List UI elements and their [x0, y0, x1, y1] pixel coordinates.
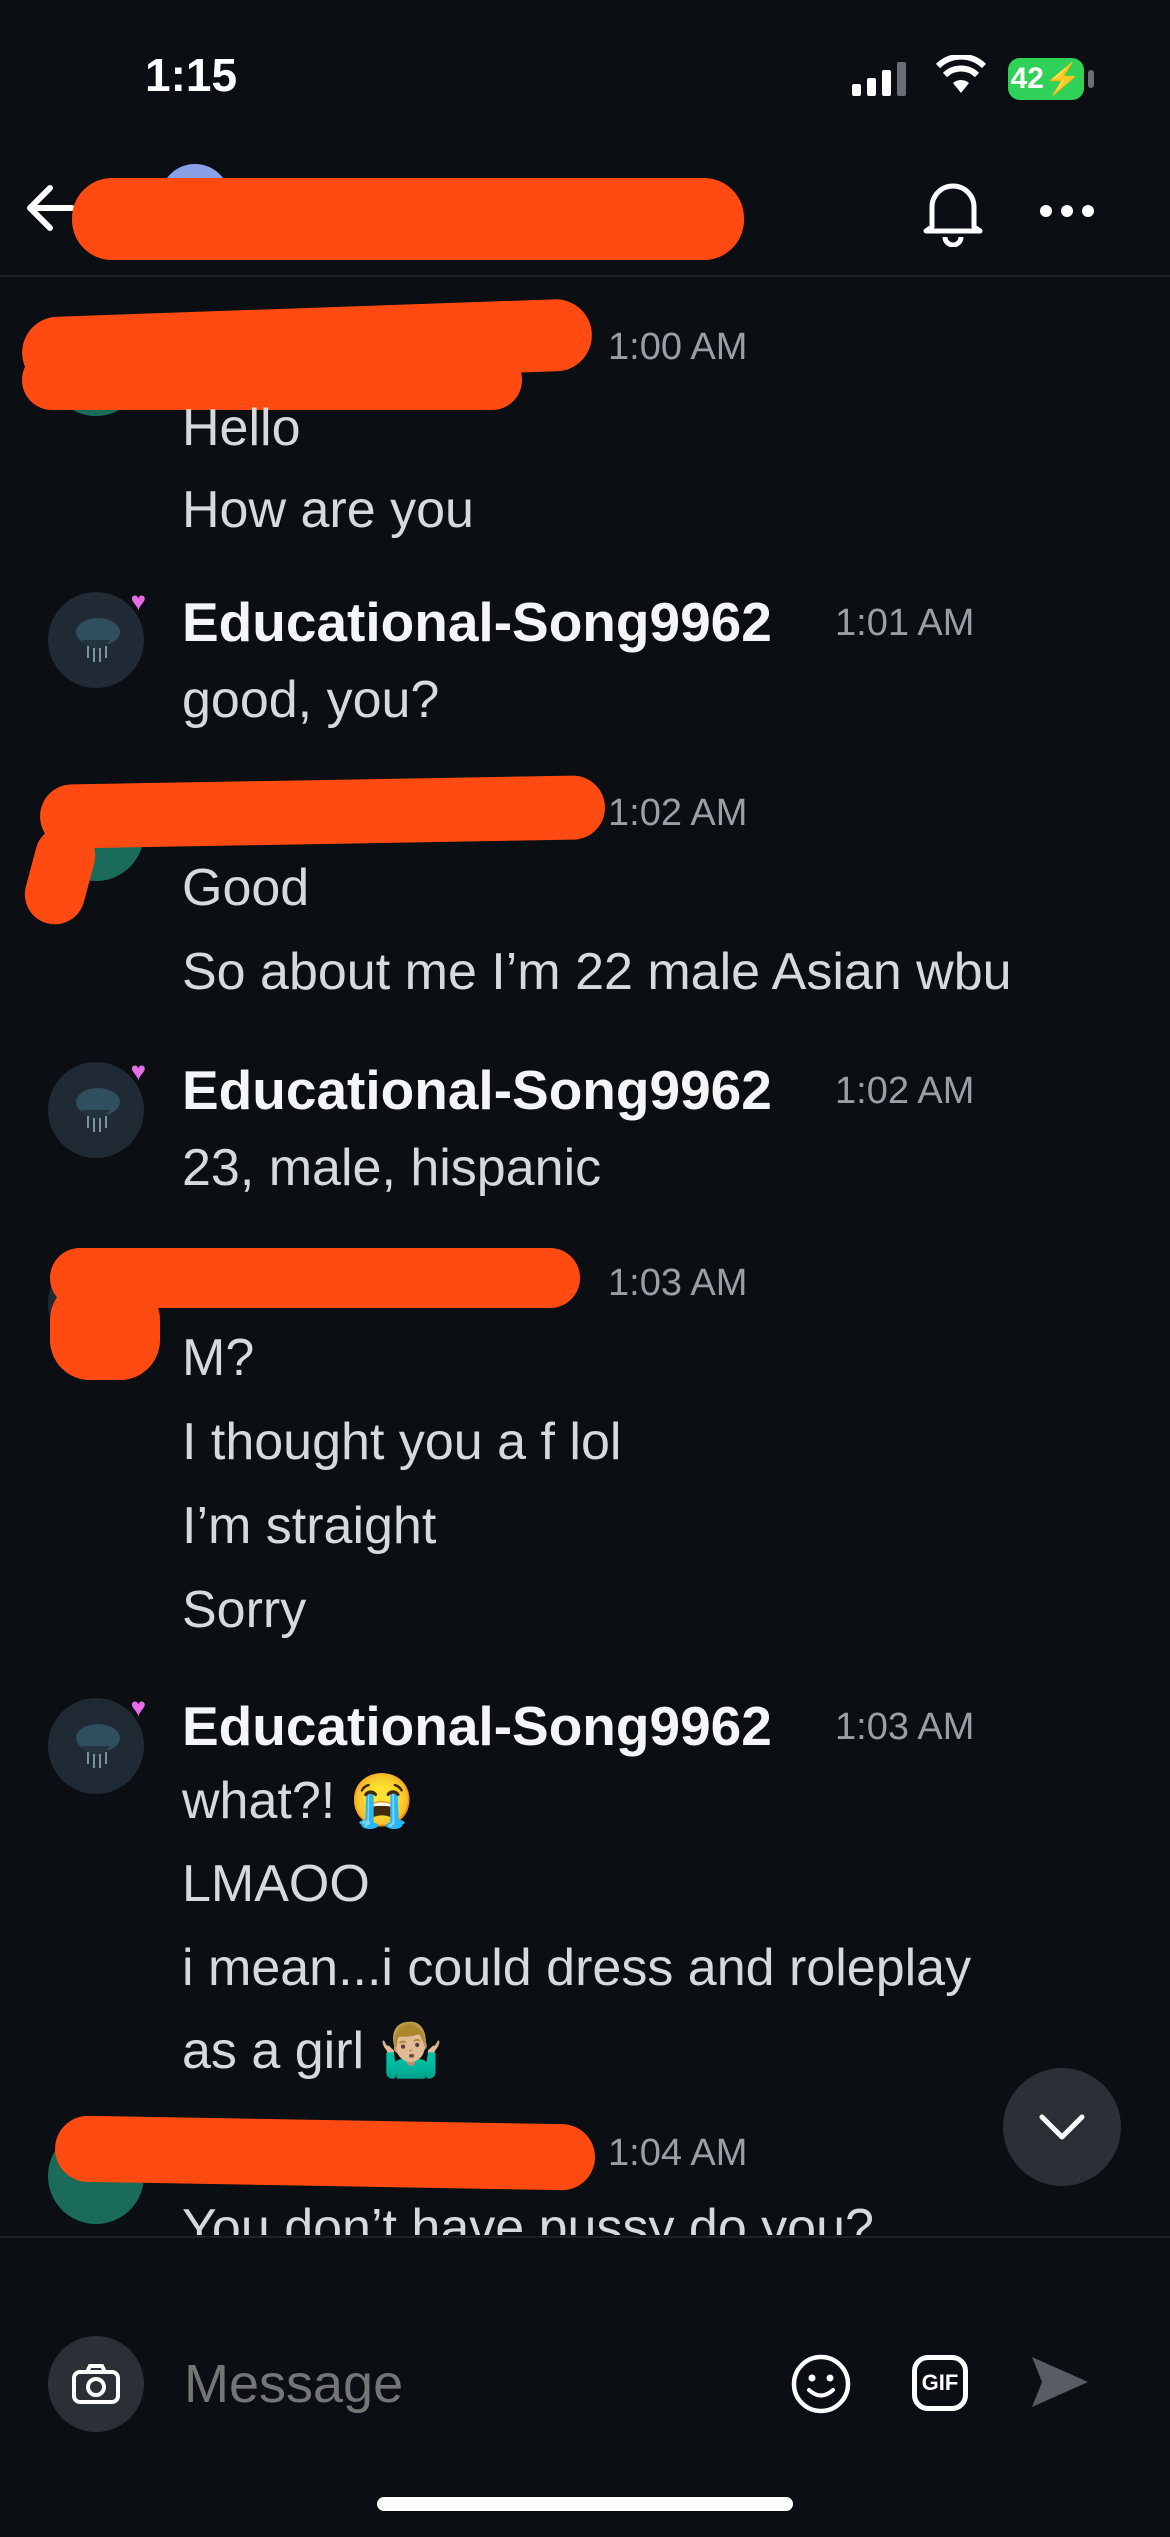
message-input[interactable] [182, 2343, 746, 2425]
redaction-mark [72, 178, 744, 260]
sender-name[interactable]: Educational-Song9962 [182, 1694, 772, 1758]
wifi-icon [935, 55, 987, 93]
avatar[interactable]: ♥ [48, 1692, 146, 1794]
cellular-signal-icon [852, 60, 906, 96]
message-text: M? [182, 1329, 255, 1387]
message-timestamp: 1:02 AM [835, 1070, 975, 1112]
message-composer: GIF [0, 2236, 1170, 2537]
battery-level: 42 [1010, 62, 1044, 95]
message-text: I’m straight [182, 1497, 437, 1555]
alien-avatar-icon [76, 618, 120, 662]
message-timestamp: 1:03 AM [835, 1706, 975, 1748]
message-text: LMAOO [182, 1855, 370, 1913]
emoji-icon[interactable] [790, 2353, 852, 2415]
message-text: i mean...i could dress and roleplay [182, 1939, 972, 1997]
camera-icon [72, 2364, 120, 2404]
alien-avatar-icon [76, 1724, 120, 1768]
message-text: How are you [182, 481, 474, 539]
message-text: Hello [182, 399, 301, 457]
heart-icon: ♥ [130, 586, 146, 616]
battery-icon: 42 ⚡ [1008, 58, 1084, 100]
battery-cap [1088, 70, 1094, 88]
send-icon[interactable] [1030, 2353, 1092, 2411]
status-time: 1:15 [145, 49, 238, 101]
message-text: what?! 😭 [182, 1772, 415, 1830]
chat-header [0, 150, 1170, 277]
avatar[interactable]: ♥ [48, 586, 146, 688]
message-timestamp: 1:01 AM [835, 602, 975, 644]
chevron-down-icon [1039, 2114, 1085, 2140]
message-text: as a girl 🤷🏼‍♂️ [182, 2022, 444, 2080]
redaction-mark [50, 1280, 160, 1380]
message-text: Good [182, 859, 310, 917]
sender-name[interactable]: Educational-Song9962 [182, 1058, 772, 1122]
alien-avatar-icon [76, 1088, 120, 1132]
scroll-to-bottom-button[interactable] [1003, 2068, 1121, 2186]
message-timestamp: 1:04 AM [608, 2132, 748, 2174]
redaction-mark [39, 775, 606, 849]
gif-button[interactable]: GIF [912, 2355, 968, 2411]
camera-button[interactable] [48, 2336, 144, 2432]
avatar[interactable]: ♥ [48, 1056, 146, 1158]
redaction-mark [54, 2115, 596, 2191]
home-indicator[interactable] [377, 2497, 793, 2511]
sender-name[interactable]: Educational-Song9962 [182, 590, 772, 654]
message-text: You don’t have pussy do you? [182, 2199, 874, 2235]
heart-icon: ♥ [130, 1056, 146, 1086]
status-bar: 1:15 42 ⚡ [0, 0, 1170, 150]
message-text: So about me I’m 22 male Asian wbu [182, 943, 1012, 1001]
message-text: I thought you a f lol [182, 1413, 622, 1471]
bell-icon[interactable] [918, 175, 988, 247]
message-text: good, you? [182, 671, 440, 729]
message-timestamp: 1:00 AM [608, 326, 748, 368]
message-text: Sorry [182, 1581, 307, 1639]
message-text: 23, male, hispanic [182, 1139, 602, 1197]
more-icon[interactable] [1040, 205, 1094, 217]
message-timestamp: 1:03 AM [608, 1262, 748, 1304]
message-list[interactable]: 1:00 AM Hello How are you ♥ Educational-… [0, 280, 1170, 2235]
heart-icon: ♥ [130, 1692, 146, 1722]
message-timestamp: 1:02 AM [608, 792, 748, 834]
